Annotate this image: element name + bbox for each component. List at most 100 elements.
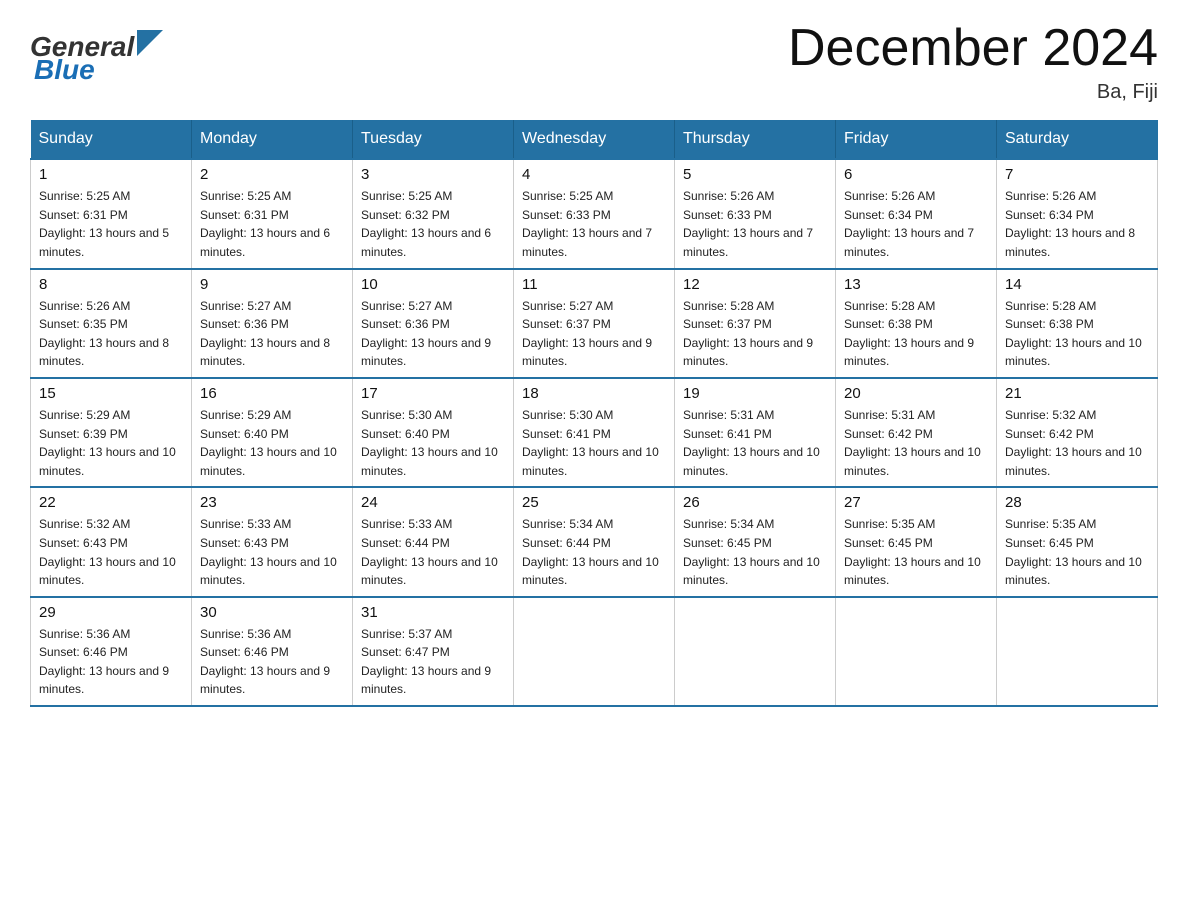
daylight-label: Daylight: 13 hours and 10 minutes. — [844, 445, 981, 478]
calendar-cell: 10 Sunrise: 5:27 AM Sunset: 6:36 PM Dayl… — [353, 269, 514, 378]
sunset-label: Sunset: 6:40 PM — [200, 427, 289, 441]
day-info: Sunrise: 5:26 AM Sunset: 6:33 PM Dayligh… — [683, 187, 827, 261]
day-number: 8 — [39, 276, 183, 293]
calendar-cell: 22 Sunrise: 5:32 AM Sunset: 6:43 PM Dayl… — [31, 487, 192, 596]
day-number: 18 — [522, 385, 666, 402]
sunset-label: Sunset: 6:37 PM — [522, 317, 611, 331]
daylight-label: Daylight: 13 hours and 5 minutes. — [39, 226, 169, 259]
calendar-cell: 1 Sunrise: 5:25 AM Sunset: 6:31 PM Dayli… — [31, 159, 192, 268]
day-number: 4 — [522, 166, 666, 183]
sunrise-label: Sunrise: 5:34 AM — [522, 517, 613, 531]
calendar-subtitle: Ba, Fiji — [788, 81, 1158, 104]
col-tuesday: Tuesday — [353, 120, 514, 159]
day-number: 25 — [522, 494, 666, 511]
day-number: 21 — [1005, 385, 1149, 402]
sunrise-label: Sunrise: 5:28 AM — [1005, 299, 1096, 313]
calendar-week-5: 29 Sunrise: 5:36 AM Sunset: 6:46 PM Dayl… — [31, 597, 1158, 706]
calendar-week-3: 15 Sunrise: 5:29 AM Sunset: 6:39 PM Dayl… — [31, 378, 1158, 487]
col-friday: Friday — [836, 120, 997, 159]
day-info: Sunrise: 5:35 AM Sunset: 6:45 PM Dayligh… — [1005, 515, 1149, 589]
logo: General Blue — [30, 30, 163, 86]
day-info: Sunrise: 5:26 AM Sunset: 6:34 PM Dayligh… — [844, 187, 988, 261]
daylight-label: Daylight: 13 hours and 10 minutes. — [200, 555, 337, 588]
daylight-label: Daylight: 13 hours and 9 minutes. — [200, 664, 330, 697]
sunrise-label: Sunrise: 5:27 AM — [200, 299, 291, 313]
daylight-label: Daylight: 13 hours and 9 minutes. — [39, 664, 169, 697]
calendar-cell: 4 Sunrise: 5:25 AM Sunset: 6:33 PM Dayli… — [514, 159, 675, 268]
calendar-week-2: 8 Sunrise: 5:26 AM Sunset: 6:35 PM Dayli… — [31, 269, 1158, 378]
daylight-label: Daylight: 13 hours and 9 minutes. — [683, 336, 813, 369]
calendar-cell: 8 Sunrise: 5:26 AM Sunset: 6:35 PM Dayli… — [31, 269, 192, 378]
daylight-label: Daylight: 13 hours and 7 minutes. — [683, 226, 813, 259]
daylight-label: Daylight: 13 hours and 6 minutes. — [361, 226, 491, 259]
sunrise-label: Sunrise: 5:25 AM — [39, 189, 130, 203]
col-monday: Monday — [192, 120, 353, 159]
day-number: 7 — [1005, 166, 1149, 183]
calendar-cell: 31 Sunrise: 5:37 AM Sunset: 6:47 PM Dayl… — [353, 597, 514, 706]
sunset-label: Sunset: 6:44 PM — [361, 536, 450, 550]
sunset-label: Sunset: 6:45 PM — [844, 536, 933, 550]
calendar-cell: 11 Sunrise: 5:27 AM Sunset: 6:37 PM Dayl… — [514, 269, 675, 378]
day-info: Sunrise: 5:27 AM Sunset: 6:37 PM Dayligh… — [522, 297, 666, 371]
daylight-label: Daylight: 13 hours and 8 minutes. — [200, 336, 330, 369]
daylight-label: Daylight: 13 hours and 8 minutes. — [39, 336, 169, 369]
sunrise-label: Sunrise: 5:33 AM — [361, 517, 452, 531]
sunrise-label: Sunrise: 5:26 AM — [39, 299, 130, 313]
calendar-cell: 15 Sunrise: 5:29 AM Sunset: 6:39 PM Dayl… — [31, 378, 192, 487]
day-number: 24 — [361, 494, 505, 511]
day-info: Sunrise: 5:30 AM Sunset: 6:41 PM Dayligh… — [522, 406, 666, 480]
calendar-cell — [675, 597, 836, 706]
calendar-cell: 6 Sunrise: 5:26 AM Sunset: 6:34 PM Dayli… — [836, 159, 997, 268]
day-info: Sunrise: 5:31 AM Sunset: 6:41 PM Dayligh… — [683, 406, 827, 480]
header-row: Sunday Monday Tuesday Wednesday Thursday… — [31, 120, 1158, 159]
daylight-label: Daylight: 13 hours and 10 minutes. — [1005, 555, 1142, 588]
sunrise-label: Sunrise: 5:36 AM — [39, 627, 130, 641]
day-number: 22 — [39, 494, 183, 511]
calendar-cell: 29 Sunrise: 5:36 AM Sunset: 6:46 PM Dayl… — [31, 597, 192, 706]
calendar-cell — [836, 597, 997, 706]
daylight-label: Daylight: 13 hours and 10 minutes. — [1005, 336, 1142, 369]
col-thursday: Thursday — [675, 120, 836, 159]
daylight-label: Daylight: 13 hours and 8 minutes. — [1005, 226, 1135, 259]
sunset-label: Sunset: 6:38 PM — [844, 317, 933, 331]
daylight-label: Daylight: 13 hours and 10 minutes. — [683, 555, 820, 588]
sunset-label: Sunset: 6:37 PM — [683, 317, 772, 331]
daylight-label: Daylight: 13 hours and 7 minutes. — [522, 226, 652, 259]
sunrise-label: Sunrise: 5:29 AM — [39, 408, 130, 422]
day-info: Sunrise: 5:35 AM Sunset: 6:45 PM Dayligh… — [844, 515, 988, 589]
calendar-cell: 7 Sunrise: 5:26 AM Sunset: 6:34 PM Dayli… — [997, 159, 1158, 268]
day-info: Sunrise: 5:30 AM Sunset: 6:40 PM Dayligh… — [361, 406, 505, 480]
calendar-cell: 16 Sunrise: 5:29 AM Sunset: 6:40 PM Dayl… — [192, 378, 353, 487]
calendar-cell: 13 Sunrise: 5:28 AM Sunset: 6:38 PM Dayl… — [836, 269, 997, 378]
daylight-label: Daylight: 13 hours and 9 minutes. — [522, 336, 652, 369]
day-number: 11 — [522, 276, 666, 293]
calendar-week-1: 1 Sunrise: 5:25 AM Sunset: 6:31 PM Dayli… — [31, 159, 1158, 268]
day-number: 17 — [361, 385, 505, 402]
sunset-label: Sunset: 6:43 PM — [200, 536, 289, 550]
sunrise-label: Sunrise: 5:26 AM — [1005, 189, 1096, 203]
day-number: 12 — [683, 276, 827, 293]
sunrise-label: Sunrise: 5:35 AM — [1005, 517, 1096, 531]
calendar-cell: 5 Sunrise: 5:26 AM Sunset: 6:33 PM Dayli… — [675, 159, 836, 268]
daylight-label: Daylight: 13 hours and 7 minutes. — [844, 226, 974, 259]
day-number: 30 — [200, 604, 344, 621]
sunrise-label: Sunrise: 5:33 AM — [200, 517, 291, 531]
sunrise-label: Sunrise: 5:32 AM — [1005, 408, 1096, 422]
daylight-label: Daylight: 13 hours and 9 minutes. — [361, 336, 491, 369]
day-number: 29 — [39, 604, 183, 621]
calendar-table: Sunday Monday Tuesday Wednesday Thursday… — [30, 120, 1158, 707]
day-number: 3 — [361, 166, 505, 183]
calendar-cell: 26 Sunrise: 5:34 AM Sunset: 6:45 PM Dayl… — [675, 487, 836, 596]
daylight-label: Daylight: 13 hours and 9 minutes. — [844, 336, 974, 369]
day-number: 26 — [683, 494, 827, 511]
sunrise-label: Sunrise: 5:36 AM — [200, 627, 291, 641]
col-wednesday: Wednesday — [514, 120, 675, 159]
title-area: December 2024 Ba, Fiji — [788, 20, 1158, 104]
sunrise-label: Sunrise: 5:25 AM — [200, 189, 291, 203]
day-info: Sunrise: 5:25 AM Sunset: 6:31 PM Dayligh… — [200, 187, 344, 261]
day-info: Sunrise: 5:28 AM Sunset: 6:38 PM Dayligh… — [844, 297, 988, 371]
day-info: Sunrise: 5:37 AM Sunset: 6:47 PM Dayligh… — [361, 625, 505, 699]
sunrise-label: Sunrise: 5:37 AM — [361, 627, 452, 641]
sunset-label: Sunset: 6:45 PM — [683, 536, 772, 550]
daylight-label: Daylight: 13 hours and 10 minutes. — [522, 445, 659, 478]
